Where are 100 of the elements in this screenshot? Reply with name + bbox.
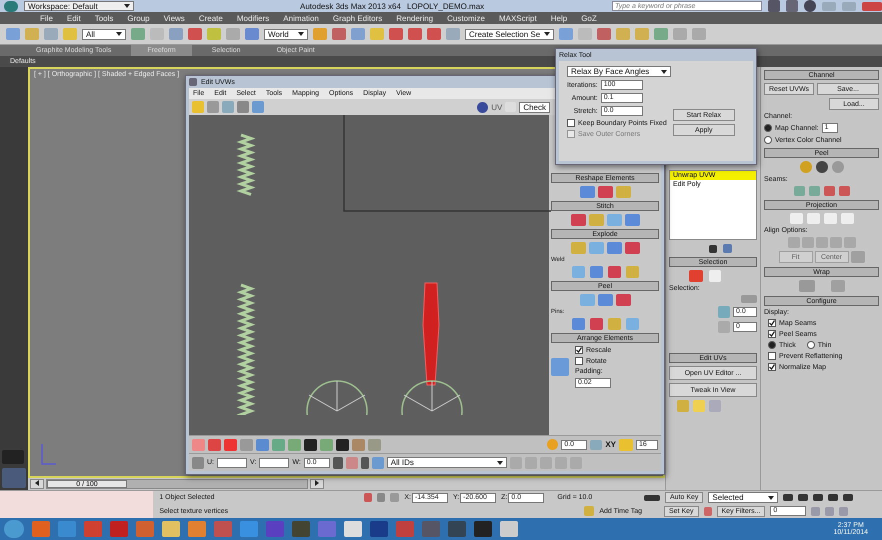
minimize-icon[interactable]	[822, 2, 836, 10]
taskbar-app-icon[interactable]	[84, 521, 102, 537]
playback-icon[interactable]	[828, 494, 838, 502]
menu-item[interactable]: Create	[198, 14, 223, 22]
projection-icon[interactable]	[824, 213, 836, 224]
seam-tool-icon[interactable]	[808, 186, 820, 196]
toolbar-icon[interactable]	[446, 28, 460, 40]
transform-tool-icon[interactable]	[192, 101, 204, 113]
toolbar-icon[interactable]	[616, 28, 630, 40]
align-icon[interactable]	[830, 237, 842, 248]
axis-label[interactable]: XY	[605, 440, 616, 449]
toolbar-icon[interactable]	[226, 28, 240, 40]
maxscript-listener-field[interactable]	[0, 491, 154, 518]
taskbar-app-icon[interactable]	[370, 521, 388, 537]
transform-tool-icon[interactable]	[252, 101, 264, 113]
toolbar-icon[interactable]	[332, 28, 346, 40]
align-icon[interactable]	[844, 237, 856, 248]
menu-item[interactable]: File	[40, 14, 53, 22]
menu-item[interactable]: Animation	[283, 14, 319, 22]
close-icon[interactable]	[862, 2, 882, 10]
toolbar-icon[interactable]	[692, 28, 706, 40]
transform-tool-icon[interactable]	[207, 101, 219, 113]
radio-button[interactable]	[764, 136, 772, 144]
menu-item[interactable]: Graph Editors	[332, 14, 382, 22]
taskbar-app-icon[interactable]	[500, 521, 518, 537]
radio-button[interactable]	[764, 124, 772, 132]
checkbox[interactable]	[768, 330, 776, 338]
menu-item[interactable]: GoZ	[581, 14, 597, 22]
toolbar-icon[interactable]	[389, 28, 403, 40]
align-icon[interactable]	[802, 237, 814, 248]
toolbar-icon[interactable]	[408, 28, 422, 40]
uv-tool-icon[interactable]	[336, 438, 349, 450]
radio-button[interactable]	[806, 341, 815, 349]
checkbox[interactable]	[567, 119, 575, 127]
align-icon[interactable]	[788, 237, 800, 248]
checkbox[interactable]	[768, 352, 776, 360]
taskbar-app-icon[interactable]	[292, 521, 310, 537]
toolbar-icon[interactable]	[188, 28, 202, 40]
playback-icon[interactable]	[843, 494, 854, 502]
u-field[interactable]	[217, 458, 247, 468]
projection-icon[interactable]	[840, 213, 854, 224]
taskbar-app-icon[interactable]	[318, 521, 336, 537]
seam-tool-icon[interactable]	[794, 186, 804, 196]
menu-item[interactable]: Group	[127, 14, 150, 22]
toolbar-icon[interactable]	[313, 28, 327, 40]
menu-item[interactable]: Customize	[447, 14, 485, 22]
toolbar-icon[interactable]	[351, 28, 365, 40]
toolbar-icon[interactable]	[597, 28, 612, 40]
uv-tool-icon[interactable]	[304, 438, 317, 450]
taskbar-app-icon[interactable]	[58, 521, 76, 537]
taskbar-app-icon[interactable]	[162, 521, 180, 537]
selection-filter-dropdown[interactable]: All	[82, 28, 126, 40]
checkbox[interactable]	[768, 363, 776, 371]
seam-tool-icon[interactable]	[824, 186, 834, 196]
previous-frame-button[interactable]	[30, 479, 44, 489]
taskbar-app-icon[interactable]	[422, 521, 440, 537]
projection-icon[interactable]	[806, 213, 820, 224]
playback-icon[interactable]	[813, 494, 824, 502]
menu-item[interactable]: Tools	[94, 14, 114, 22]
checkbox[interactable]	[768, 319, 776, 327]
maximize-icon[interactable]	[842, 2, 856, 10]
key-mode-dropdown[interactable]: Selected	[708, 492, 778, 504]
taskbar-app-icon[interactable]	[474, 521, 492, 537]
taskbar-app-icon[interactable]	[32, 521, 50, 537]
taskbar-app-icon[interactable]	[240, 521, 258, 537]
playback-icon[interactable]	[783, 494, 794, 502]
taskbar-app-icon[interactable]	[344, 521, 362, 537]
menu-item[interactable]: Rendering	[396, 14, 434, 22]
start-button-icon[interactable]	[4, 520, 24, 538]
toolbar-icon[interactable]	[169, 28, 183, 40]
toolbar-icon[interactable]	[427, 28, 441, 40]
taskbar-app-icon[interactable]	[448, 521, 466, 537]
taskbar-app-icon[interactable]	[136, 521, 154, 537]
checkbox[interactable]	[575, 346, 583, 354]
menu-item[interactable]: Modifiers	[236, 14, 270, 22]
taskbar-app-icon[interactable]	[188, 521, 206, 537]
id-filter-dropdown[interactable]: All IDs	[386, 457, 507, 468]
toolbar-icon[interactable]	[131, 28, 145, 40]
toolbar-icon[interactable]	[245, 28, 259, 40]
taskbar-app-icon[interactable]	[110, 521, 128, 537]
taskbar-app-icon[interactable]	[266, 521, 284, 537]
toolbar-icon[interactable]	[635, 28, 650, 40]
radio-button[interactable]	[768, 341, 776, 349]
transform-tool-icon[interactable]	[237, 101, 249, 113]
checker-map-dropdown[interactable]: Check	[519, 102, 550, 112]
menu-item[interactable]: Views	[164, 14, 185, 22]
relax-method-dropdown[interactable]: Relax By Face Angles	[567, 66, 671, 77]
toolbar-icon[interactable]	[673, 28, 688, 40]
workspace-dropdown[interactable]: Workspace: Default	[24, 1, 134, 11]
align-icon[interactable]	[816, 237, 828, 248]
toolbar-icon[interactable]	[44, 28, 58, 40]
toolbar-icon[interactable]	[654, 28, 668, 40]
playback-icon[interactable]	[798, 494, 808, 502]
checkbox[interactable]	[575, 357, 583, 365]
menu-item[interactable]: Edit	[66, 14, 81, 22]
toolbar-icon[interactable]	[559, 28, 574, 40]
next-frame-button[interactable]	[310, 479, 324, 489]
named-selection-dropdown[interactable]: Create Selection Se	[465, 28, 554, 40]
toolbar-icon[interactable]	[6, 28, 20, 40]
v-field[interactable]	[259, 458, 290, 468]
